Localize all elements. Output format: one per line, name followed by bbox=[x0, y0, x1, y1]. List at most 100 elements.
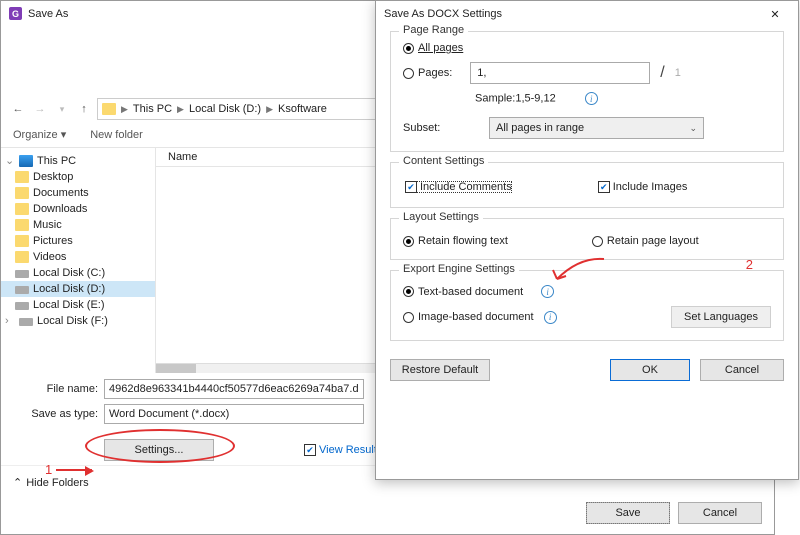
pc-icon bbox=[19, 155, 33, 167]
forward-button[interactable]: → bbox=[31, 100, 49, 118]
tree-disk-d[interactable]: Local Disk (D:) bbox=[1, 281, 155, 297]
close-button[interactable]: ✕ bbox=[760, 4, 790, 24]
annotation-arrow-2 bbox=[549, 257, 609, 287]
cancel-button[interactable]: Cancel bbox=[700, 359, 784, 381]
tree-videos[interactable]: Videos bbox=[1, 249, 155, 265]
radio-icon bbox=[403, 43, 414, 54]
info-icon[interactable]: i bbox=[544, 311, 557, 324]
folder-icon bbox=[15, 187, 29, 199]
crumb-drive[interactable]: Local Disk (D:) bbox=[186, 103, 264, 115]
retain-page-label: Retain page layout bbox=[607, 235, 699, 247]
layout-settings-group: Layout Settings Retain flowing text Reta… bbox=[390, 218, 784, 260]
tree-music[interactable]: Music bbox=[1, 217, 155, 233]
crumb-folder[interactable]: Ksoftware bbox=[275, 103, 330, 115]
tree-label: Videos bbox=[33, 251, 66, 263]
annotation-number-1: 1 bbox=[45, 462, 52, 477]
radio-icon bbox=[403, 68, 414, 79]
content-settings-group: Content Settings ✔ Include Comments ✔ In… bbox=[390, 162, 784, 208]
new-folder-button[interactable]: New folder bbox=[90, 129, 143, 141]
tree-label: Local Disk (D:) bbox=[33, 283, 105, 295]
export-engine-group: Export Engine Settings Text-based docume… bbox=[390, 270, 784, 341]
column-name: Name bbox=[168, 151, 197, 163]
recent-dropdown[interactable]: ▾ bbox=[53, 100, 71, 118]
page-range-group: Page Range All pages Pages: / 1 Sample:1… bbox=[390, 31, 784, 152]
dialog-button-row: Restore Default OK Cancel bbox=[376, 359, 798, 381]
disk-icon bbox=[15, 302, 29, 310]
ok-button[interactable]: OK bbox=[610, 359, 690, 381]
tree-documents[interactable]: Documents bbox=[1, 185, 155, 201]
app-icon: G bbox=[9, 7, 22, 20]
tree-label: Desktop bbox=[33, 171, 73, 183]
group-title: Page Range bbox=[399, 24, 468, 36]
pages-option[interactable]: Pages: / 1 bbox=[403, 62, 771, 84]
folder-tree[interactable]: ⌄This PC Desktop Documents Downloads Mus… bbox=[1, 148, 156, 373]
restore-default-button[interactable]: Restore Default bbox=[390, 359, 490, 381]
disk-icon bbox=[15, 286, 29, 294]
save-type-label: Save as type: bbox=[13, 408, 98, 420]
checkbox-icon: ✔ bbox=[405, 181, 417, 193]
include-images-option[interactable]: ✔ Include Images bbox=[598, 179, 688, 195]
tree-disk-e[interactable]: Local Disk (E:) bbox=[1, 297, 155, 313]
tree-disk-c[interactable]: Local Disk (C:) bbox=[1, 265, 155, 281]
view-result-checkbox[interactable]: ✔ bbox=[304, 444, 316, 456]
tree-label: This PC bbox=[37, 155, 76, 167]
checkbox-icon: ✔ bbox=[598, 181, 610, 193]
tree-disk-f[interactable]: ›Local Disk (F:) bbox=[1, 313, 155, 329]
settings-button[interactable]: Settings... bbox=[104, 439, 214, 461]
organize-menu[interactable]: Organize ▾ bbox=[13, 128, 66, 141]
folder-icon bbox=[15, 171, 29, 183]
folder-icon bbox=[102, 103, 116, 115]
tree-label: Local Disk (F:) bbox=[37, 315, 108, 327]
tree-desktop[interactable]: Desktop bbox=[1, 169, 155, 185]
group-title: Content Settings bbox=[399, 155, 488, 167]
pages-input[interactable] bbox=[470, 62, 650, 84]
save-type-select[interactable] bbox=[104, 404, 364, 424]
radio-icon bbox=[403, 236, 414, 247]
chevron-down-icon: ⌄ bbox=[689, 123, 697, 134]
tree-label: Pictures bbox=[33, 235, 73, 247]
image-based-option[interactable]: Image-based document bbox=[403, 311, 534, 323]
retain-flowing-label: Retain flowing text bbox=[418, 235, 508, 247]
all-pages-label: All pages bbox=[418, 42, 463, 54]
subset-value: All pages in range bbox=[496, 122, 584, 134]
info-icon[interactable]: i bbox=[541, 285, 554, 298]
total-pages: 1 bbox=[675, 67, 681, 79]
crumb-this-pc[interactable]: This PC bbox=[130, 103, 175, 115]
window-title: Save As bbox=[28, 8, 68, 20]
info-icon[interactable]: i bbox=[585, 92, 598, 105]
tree-this-pc[interactable]: ⌄This PC bbox=[1, 152, 155, 169]
chevron-right-icon: ▶ bbox=[264, 104, 275, 115]
retain-page-option[interactable]: Retain page layout bbox=[592, 235, 699, 247]
include-comments-label: Include Comments bbox=[420, 181, 512, 193]
up-button[interactable]: ↑ bbox=[75, 100, 93, 118]
folder-icon bbox=[15, 251, 29, 263]
subset-select[interactable]: All pages in range ⌄ bbox=[489, 117, 704, 139]
back-button[interactable]: ← bbox=[9, 100, 27, 118]
annotation-number-2: 2 bbox=[746, 257, 753, 272]
chevron-right-icon: ▶ bbox=[175, 104, 186, 115]
slash: / bbox=[660, 64, 664, 82]
all-pages-option[interactable]: All pages bbox=[403, 42, 771, 54]
file-name-input[interactable] bbox=[104, 379, 364, 399]
tree-label: Documents bbox=[33, 187, 89, 199]
cancel-button[interactable]: Cancel bbox=[678, 502, 762, 524]
sample-hint: Sample:1,5-9,12 i bbox=[475, 92, 771, 105]
dialog-title: Save As DOCX Settings bbox=[384, 8, 502, 20]
tree-downloads[interactable]: Downloads bbox=[1, 201, 155, 217]
close-icon: ✕ bbox=[770, 8, 779, 21]
group-title: Layout Settings bbox=[399, 211, 483, 223]
radio-icon bbox=[403, 312, 414, 323]
folder-icon bbox=[15, 219, 29, 231]
text-based-option[interactable]: Text-based document bbox=[403, 286, 523, 298]
tree-pictures[interactable]: Pictures bbox=[1, 233, 155, 249]
view-result-label[interactable]: View Result bbox=[319, 444, 377, 456]
disk-icon bbox=[19, 318, 33, 326]
save-button[interactable]: Save bbox=[586, 502, 670, 524]
include-comments-option[interactable]: ✔ Include Comments bbox=[403, 179, 514, 195]
folder-icon bbox=[15, 203, 29, 215]
retain-flowing-option[interactable]: Retain flowing text bbox=[403, 235, 508, 247]
radio-icon bbox=[403, 286, 414, 297]
disk-icon bbox=[15, 270, 29, 278]
tree-label: Downloads bbox=[33, 203, 87, 215]
chevron-right-icon: ▶ bbox=[119, 104, 130, 115]
